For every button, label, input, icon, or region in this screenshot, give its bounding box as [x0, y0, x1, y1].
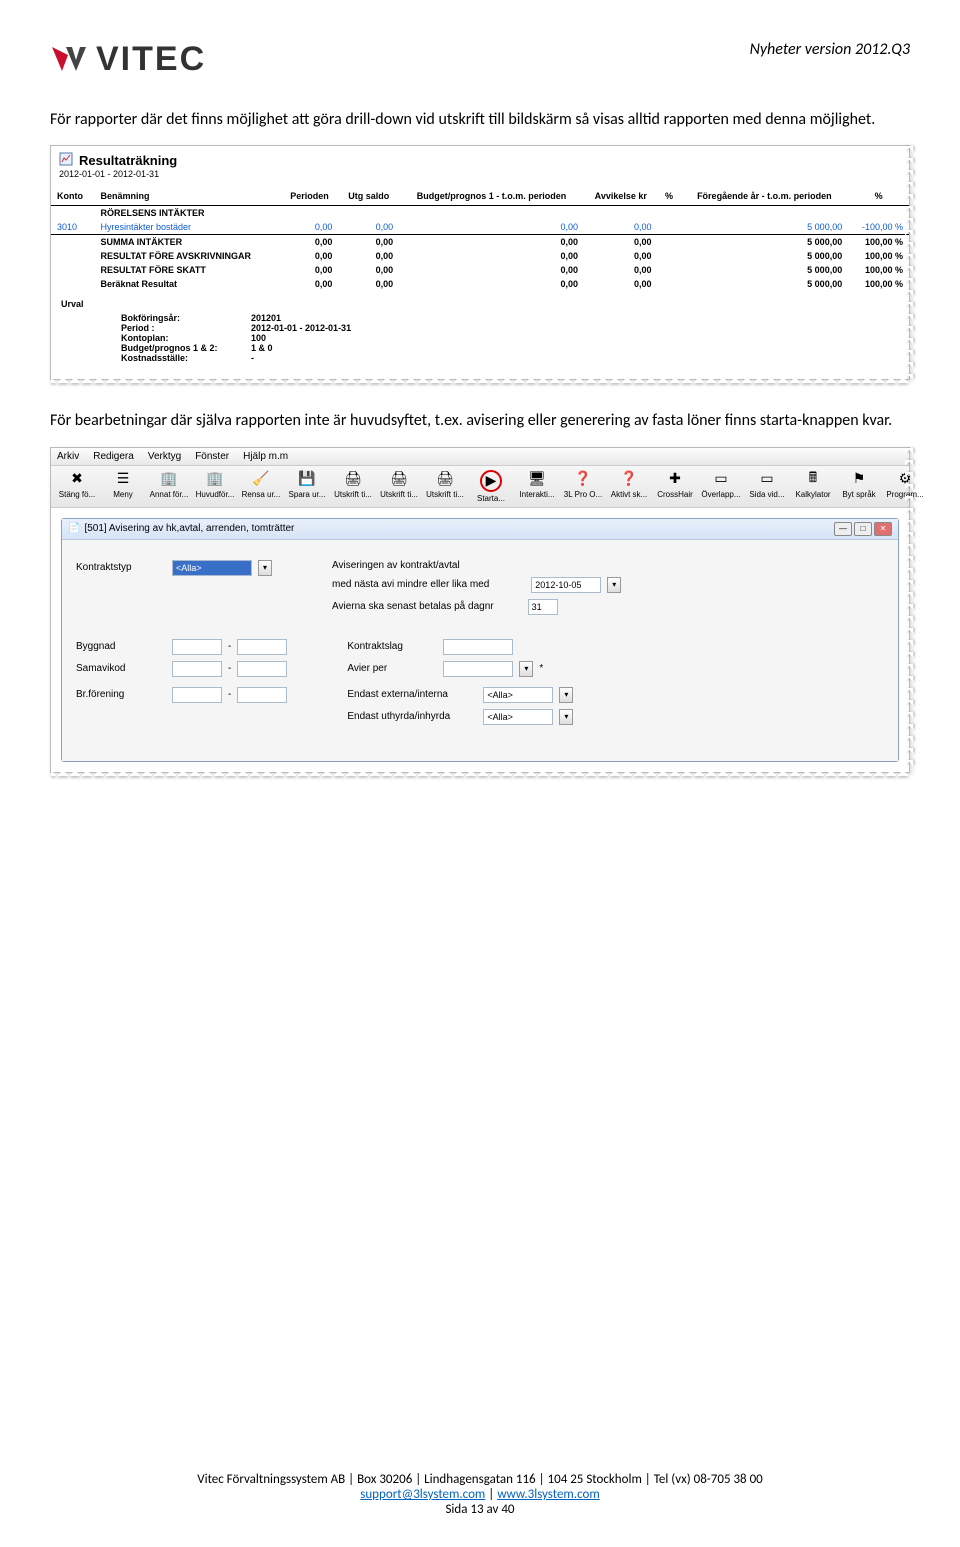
- kontraktslag-field[interactable]: [443, 639, 513, 655]
- clear-icon: 🧹: [252, 470, 270, 488]
- prog-icon: ⚙: [896, 470, 914, 488]
- overlap-icon: ▭: [712, 470, 730, 488]
- table-row: RESULTAT FÖRE AVSKRIVNINGAR0,000,000,000…: [51, 249, 909, 263]
- print-icon: 🖨: [344, 470, 362, 488]
- dropdown-icon[interactable]: ▾: [519, 661, 533, 677]
- table-row: SUMMA INTÄKTER0,000,000,000,005 000,0010…: [51, 235, 909, 250]
- side-button[interactable]: ▭Sida vid...: [747, 470, 787, 503]
- kontraktstyp-field[interactable]: <Alla>: [172, 560, 252, 576]
- samavikod-to[interactable]: [237, 661, 287, 677]
- dropdown-icon[interactable]: ▾: [559, 709, 573, 725]
- print2-icon: 🖨: [390, 470, 408, 488]
- byggnad-to[interactable]: [237, 639, 287, 655]
- prog-button[interactable]: ⚙Program...: [885, 470, 925, 503]
- brforening-to[interactable]: [237, 687, 287, 703]
- crosshair-icon: ✚: [666, 470, 684, 488]
- close-button[interactable]: ✕: [874, 522, 892, 536]
- page-footer: Vitec Förvaltningssystem AB | Box 30206 …: [0, 1472, 960, 1517]
- sub-window: 📄 [501] Avisering av hk,avtal, arrenden,…: [61, 518, 899, 762]
- avierper-field[interactable]: [443, 661, 513, 677]
- logo-text: VITEC: [96, 40, 206, 79]
- calc-button[interactable]: 🖩Kalkylator: [793, 470, 833, 503]
- active-button[interactable]: ❓Aktivt sk...: [609, 470, 649, 503]
- close-icon: ✖: [68, 470, 86, 488]
- help-button[interactable]: ❓3L Pro O...: [563, 470, 603, 503]
- paragraph-1: För rapporter där det finns möjlighet at…: [50, 109, 910, 131]
- main-icon: 🏢: [206, 470, 224, 488]
- lang-button[interactable]: ⚑Byt språk: [839, 470, 879, 503]
- print2-button[interactable]: 🖨Utskrift ti...: [379, 470, 419, 503]
- paragraph-2: För bearbetningar där själva rapporten i…: [50, 410, 910, 432]
- clear-button[interactable]: 🧹Rensa ur...: [241, 470, 281, 503]
- brforening-from[interactable]: [172, 687, 222, 703]
- side-icon: ▭: [758, 470, 776, 488]
- menu-bar: Arkiv Redigera Verktyg Fönster Hjälp m.m: [51, 448, 909, 466]
- app-screenshot: Arkiv Redigera Verktyg Fönster Hjälp m.m ✖St…: [50, 447, 910, 773]
- maximize-button[interactable]: □: [854, 522, 872, 536]
- print-button[interactable]: 🖨Utskrift ti...: [333, 470, 373, 503]
- urval-title: Urval: [61, 299, 899, 309]
- subwindow-title: [501] Avisering av hk,avtal, arrenden, t…: [84, 523, 294, 534]
- save-button[interactable]: 💾Spara ur...: [287, 470, 327, 503]
- start-button[interactable]: ▶Starta...: [471, 470, 511, 503]
- menu-item[interactable]: Verktyg: [148, 451, 181, 462]
- menu-item[interactable]: Arkiv: [57, 451, 79, 462]
- uthyrda-field[interactable]: <Alla>: [483, 709, 553, 725]
- other-icon: 🏢: [160, 470, 178, 488]
- interactive-icon: 🖥: [528, 470, 546, 488]
- save-icon: 💾: [298, 470, 316, 488]
- report-icon: [59, 152, 73, 169]
- interactive-button[interactable]: 🖥Interakti...: [517, 470, 557, 503]
- website-link[interactable]: www.3lsystem.com: [497, 1487, 600, 1502]
- support-email-link[interactable]: support@3lsystem.com: [360, 1487, 485, 1502]
- samavikod-from[interactable]: [172, 661, 222, 677]
- daynr-field[interactable]: 31: [528, 599, 558, 615]
- menu-button[interactable]: ☰Meny: [103, 470, 143, 503]
- table-row: RESULTAT FÖRE SKATT0,000,000,000,005 000…: [51, 263, 909, 277]
- toolbar: ✖Stäng fö...☰Meny🏢Annat för...🏢Huvudför.…: [51, 466, 909, 508]
- date-field[interactable]: 2012-10-05: [531, 577, 601, 593]
- main-button[interactable]: 🏢Huvudför...: [195, 470, 235, 503]
- version-label: Nyheter version 2012.Q3: [750, 40, 910, 59]
- menu-item[interactable]: Hjälp m.m: [243, 451, 288, 462]
- print3-button[interactable]: 🖨Utskrift ti...: [425, 470, 465, 503]
- menu-item[interactable]: Fönster: [195, 451, 229, 462]
- kontraktstyp-label: Kontraktstyp: [76, 562, 166, 573]
- logo-mark-icon: [50, 45, 88, 75]
- help-icon: ❓: [574, 470, 592, 488]
- byggnad-from[interactable]: [172, 639, 222, 655]
- other-button[interactable]: 🏢Annat för...: [149, 470, 189, 503]
- dropdown-icon[interactable]: ▾: [258, 560, 272, 576]
- active-icon: ❓: [620, 470, 638, 488]
- overlap-button[interactable]: ▭Överlapp...: [701, 470, 741, 503]
- form-icon: 📄: [68, 523, 80, 534]
- print3-icon: 🖨: [436, 470, 454, 488]
- lang-icon: ⚑: [850, 470, 868, 488]
- table-row[interactable]: 3010Hyresintäkter bostäder0,000,000,000,…: [51, 220, 909, 234]
- report-screenshot: Resultaträkning 2012-01-01 - 2012-01-31 …: [50, 145, 910, 380]
- calc-icon: 🖩: [804, 470, 822, 488]
- externa-field[interactable]: <Alla>: [483, 687, 553, 703]
- report-table: Konto Benämning Perioden Utg saldo Budge…: [51, 187, 909, 291]
- start-icon: ▶: [480, 470, 502, 492]
- close-button[interactable]: ✖Stäng fö...: [57, 470, 97, 503]
- dropdown-icon[interactable]: ▾: [607, 577, 621, 593]
- table-row: Beräknat Resultat0,000,000,000,005 000,0…: [51, 277, 909, 291]
- menu-item[interactable]: Redigera: [93, 451, 134, 462]
- menu-icon: ☰: [114, 470, 132, 488]
- report-daterange: 2012-01-01 - 2012-01-31: [51, 169, 909, 187]
- brand-logo: VITEC: [50, 40, 206, 79]
- crosshair-button[interactable]: ✚CrossHair: [655, 470, 695, 503]
- minimize-button[interactable]: —: [834, 522, 852, 536]
- report-title: Resultaträkning: [79, 153, 177, 168]
- dropdown-icon[interactable]: ▾: [559, 687, 573, 703]
